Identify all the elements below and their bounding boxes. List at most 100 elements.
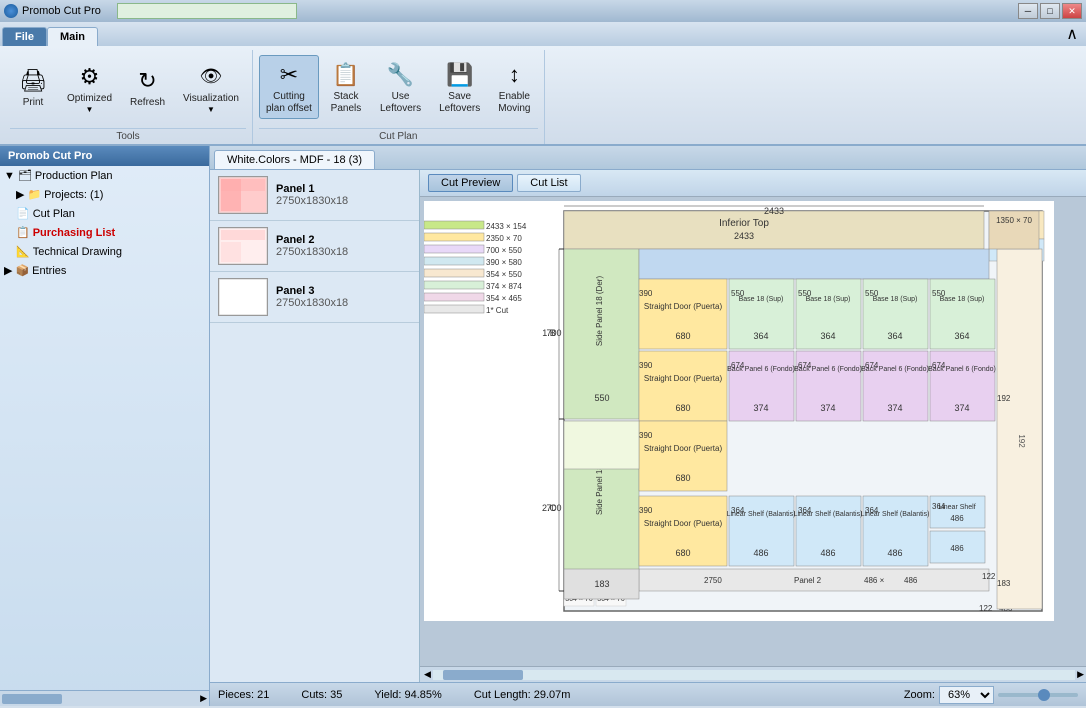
svg-text:122: 122 xyxy=(979,604,993,613)
sidebar-item-purchasing-list[interactable]: 📋 Purchasing List xyxy=(0,223,209,242)
optimized-label: Optimized xyxy=(67,93,112,105)
panel-3-size: 2750x1830x18 xyxy=(276,297,348,309)
svg-text:550: 550 xyxy=(594,393,609,403)
panel-item-1[interactable]: Panel 1 2750x1830x18 xyxy=(210,170,419,221)
search-input[interactable] xyxy=(117,3,297,19)
svg-text:Straight Door (Puerta): Straight Door (Puerta) xyxy=(644,374,723,383)
sidebar: Promob Cut Pro ▼ 🗂 Production Plan ▶ 📁 P… xyxy=(0,146,210,706)
enable-moving-icon: ↕ xyxy=(498,59,530,91)
svg-text:2.C: 2.C xyxy=(542,503,557,513)
sidebar-item-technical-drawing[interactable]: 📐 Technical Drawing xyxy=(0,242,209,261)
tools-group: 🖨 Print ⚙ Optimized ▼ ↻ Refresh 👁 Visual… xyxy=(4,50,253,144)
entries-arrow: ▶ xyxy=(4,264,12,277)
panel-3-thumbnail xyxy=(218,278,268,316)
minimize-button[interactable]: ─ xyxy=(1018,3,1038,19)
svg-text:374: 374 xyxy=(954,403,969,413)
sidebar-item-entries[interactable]: ▶ 📦 Entries xyxy=(0,261,209,280)
panel-tabs: White.Colors - MDF - 18 (3) xyxy=(210,146,1086,170)
title-bar-left: Promob Cut Pro xyxy=(4,4,101,18)
visualization-button[interactable]: 👁 Visualization ▼ xyxy=(176,57,246,118)
collapse-ribbon-button[interactable]: ∧ xyxy=(1058,22,1086,46)
maximize-button[interactable]: □ xyxy=(1040,3,1060,19)
enable-moving-label: EnableMoving xyxy=(498,91,530,115)
stack-panels-button[interactable]: 📋 StackPanels xyxy=(323,55,369,119)
svg-text:680: 680 xyxy=(675,403,690,413)
sidebar-scrollbar[interactable]: ▶ xyxy=(0,690,209,706)
panel-2-name: Panel 2 xyxy=(276,234,348,246)
svg-text:390: 390 xyxy=(639,289,653,298)
stack-icon: 📋 xyxy=(330,59,362,91)
entries-label: Entries xyxy=(32,265,66,277)
svg-text:2433: 2433 xyxy=(764,206,784,216)
panel-1-size: 2750x1830x18 xyxy=(276,195,348,207)
svg-text:183: 183 xyxy=(594,579,609,589)
save-leftovers-button[interactable]: 💾 SaveLeftovers xyxy=(432,55,487,119)
sidebar-item-projects[interactable]: ▶ 📁 Projects: (1) xyxy=(0,185,209,204)
zoom-select[interactable]: 63% 50% 75% 100% xyxy=(939,686,994,704)
projects-icon: 📁 xyxy=(27,188,41,201)
zoom-thumb xyxy=(1038,689,1050,701)
panel-3-name: Panel 3 xyxy=(276,285,348,297)
svg-text:364: 364 xyxy=(731,506,745,515)
refresh-label: Refresh xyxy=(130,97,165,109)
refresh-button[interactable]: ↻ Refresh xyxy=(123,61,172,113)
close-button[interactable]: ✕ xyxy=(1062,3,1082,19)
svg-text:700 × 550: 700 × 550 xyxy=(486,246,522,255)
svg-text:354 × 550: 354 × 550 xyxy=(486,270,522,279)
sidebar-item-production-plan[interactable]: ▼ 🗂 Production Plan xyxy=(0,166,209,185)
use-leftovers-button[interactable]: 🔧 UseLeftovers xyxy=(373,55,428,119)
optimized-icon: ⚙ xyxy=(74,61,106,93)
svg-text:2350 × 70: 2350 × 70 xyxy=(486,234,522,243)
visualization-icon: 👁 xyxy=(195,61,227,93)
file-tab[interactable]: File xyxy=(2,27,47,46)
panel-item-3[interactable]: Panel 3 2750x1830x18 xyxy=(210,272,419,323)
scroll-left-button[interactable]: ◀ xyxy=(424,669,431,680)
status-yield: Yield: 94.85% xyxy=(374,689,441,701)
cutting-plan-offset-button[interactable]: ✂ Cuttingplan offset xyxy=(259,55,319,119)
status-cuts: Cuts: 35 xyxy=(301,689,342,701)
sidebar-scroll-right[interactable]: ▶ xyxy=(200,693,207,704)
cut-diagram[interactable]: 2433 × 154 2350 × 70 700 × 550 390 × 580… xyxy=(420,197,1086,666)
panel-3-svg xyxy=(219,279,267,315)
cut-diagram-scrollbar-h[interactable]: ◀ ▶ xyxy=(420,666,1086,682)
svg-text:Base 18 (Sup): Base 18 (Sup) xyxy=(806,296,851,303)
cut-plan-icon: 📄 xyxy=(16,207,30,220)
visualization-label: Visualization xyxy=(183,93,239,105)
svg-text:364: 364 xyxy=(887,331,902,341)
enable-moving-button[interactable]: ↕ EnableMoving xyxy=(491,55,537,119)
cutting-label: Cuttingplan offset xyxy=(266,91,312,115)
svg-text:Straight Door (Puerta): Straight Door (Puerta) xyxy=(644,302,723,311)
panel-tab-1[interactable]: White.Colors - MDF - 18 (3) xyxy=(214,150,375,169)
panel-list: Panel 1 2750x1830x18 Panel 2 27 xyxy=(210,170,420,682)
svg-text:Straight Door (Puerta): Straight Door (Puerta) xyxy=(644,519,723,528)
svg-text:680: 680 xyxy=(675,331,690,341)
main-tab[interactable]: Main xyxy=(47,27,98,46)
svg-text:390: 390 xyxy=(639,431,653,440)
svg-text:486: 486 xyxy=(904,576,918,585)
print-button[interactable]: 🖨 Print xyxy=(10,61,56,113)
panel-item-2[interactable]: Panel 2 2750x1830x18 xyxy=(210,221,419,272)
svg-text:1.B: 1.B xyxy=(542,328,556,338)
svg-text:390: 390 xyxy=(639,361,653,370)
optimized-button[interactable]: ⚙ Optimized ▼ xyxy=(60,57,119,118)
svg-text:364: 364 xyxy=(820,331,835,341)
cut-preview-button[interactable]: Cut Preview xyxy=(428,174,513,192)
svg-text:2433 × 154: 2433 × 154 xyxy=(486,222,527,231)
stack-label: StackPanels xyxy=(331,91,362,115)
zoom-control: Zoom: 63% 50% 75% 100% xyxy=(904,686,1078,704)
panel-2-size: 2750x1830x18 xyxy=(276,246,348,258)
svg-text:364: 364 xyxy=(865,506,879,515)
zoom-slider[interactable] xyxy=(998,693,1078,697)
svg-text:374: 374 xyxy=(820,403,835,413)
svg-text:1350 × 70: 1350 × 70 xyxy=(996,216,1032,225)
panel-3-info: Panel 3 2750x1830x18 xyxy=(276,285,348,309)
entries-icon: 📦 xyxy=(15,264,29,277)
sidebar-item-cut-plan[interactable]: 📄 Cut Plan xyxy=(0,204,209,223)
cut-list-button[interactable]: Cut List xyxy=(517,174,580,192)
cut-plan-buttons: ✂ Cuttingplan offset 📋 StackPanels 🔧 Use… xyxy=(259,50,538,126)
status-pieces: Pieces: 21 xyxy=(218,689,269,701)
app-icon xyxy=(4,4,18,18)
scroll-right-button[interactable]: ▶ xyxy=(1077,669,1084,680)
svg-text:674: 674 xyxy=(731,361,745,370)
svg-text:674: 674 xyxy=(865,361,879,370)
